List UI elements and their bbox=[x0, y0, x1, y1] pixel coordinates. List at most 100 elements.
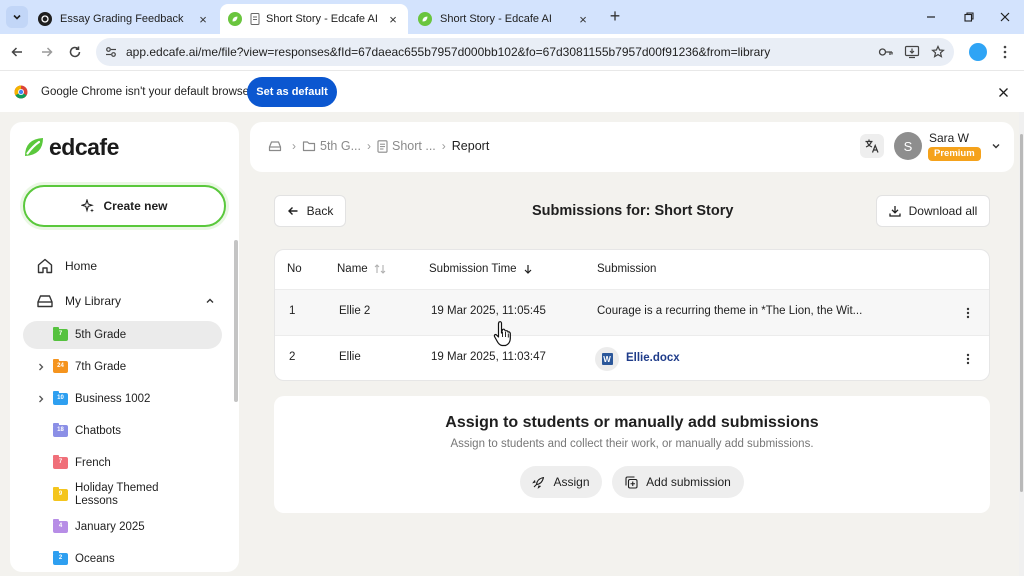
sidebar-item-home[interactable]: Home bbox=[23, 252, 223, 280]
tab-title: Essay Grading Feedback bbox=[60, 13, 184, 25]
document-icon bbox=[250, 13, 260, 25]
chevron-down-icon bbox=[13, 14, 21, 20]
user-avatar[interactable]: S bbox=[894, 132, 922, 160]
more-options-icon[interactable] bbox=[963, 351, 973, 367]
folder-item-french[interactable]: 7 French bbox=[23, 449, 222, 477]
minimize-icon[interactable] bbox=[922, 8, 940, 26]
tab-title: Short Story - Edcafe AI bbox=[440, 13, 552, 25]
browser-tab-short-story[interactable]: Short Story - Edcafe AI × bbox=[410, 4, 598, 34]
add-copy-icon bbox=[625, 475, 638, 489]
edcafe-favicon-icon bbox=[228, 12, 242, 26]
folder-item-holiday-themed-lessons[interactable]: 9 Holiday Themed Lessons bbox=[23, 477, 222, 513]
sidebar-scrollbar[interactable] bbox=[234, 240, 238, 402]
folder-label: 5th Grade bbox=[75, 328, 127, 341]
breadcrumb: › 5th G... › Short ... › Report bbox=[268, 139, 489, 153]
back-arrow-icon[interactable] bbox=[8, 43, 26, 61]
sidebar-item-label: My Library bbox=[65, 294, 122, 308]
sort-icon[interactable] bbox=[374, 264, 386, 274]
add-submission-button[interactable]: Add submission bbox=[612, 466, 744, 498]
cell-submission-time: 19 Mar 2025, 11:03:47 bbox=[431, 351, 546, 363]
browser-tab-short-story-active[interactable]: Short Story - Edcafe AI × bbox=[220, 4, 408, 34]
chevron-right-icon[interactable] bbox=[36, 394, 46, 404]
translate-button[interactable] bbox=[860, 134, 884, 158]
folder-label: Chatbots bbox=[75, 424, 122, 437]
breadcrumb-current: Report bbox=[451, 139, 490, 153]
browser-tab-essay-grading[interactable]: Essay Grading Feedback × bbox=[30, 4, 218, 34]
assign-subtitle: Assign to students and collect their wor… bbox=[450, 438, 814, 450]
site-info-icon[interactable] bbox=[102, 43, 120, 61]
folder-item-business-1002[interactable]: 10 Business 1002 bbox=[23, 385, 222, 413]
folder-icon: 24 bbox=[53, 359, 68, 373]
translate-icon bbox=[865, 139, 879, 153]
cell-submission-text[interactable]: Courage is a recurring theme in *The Lio… bbox=[597, 305, 862, 317]
close-tab-icon[interactable]: × bbox=[196, 12, 210, 27]
tab-search-button[interactable] bbox=[6, 6, 28, 28]
folder-icon: 7 bbox=[53, 327, 68, 341]
more-options-icon[interactable] bbox=[963, 305, 973, 321]
new-tab-button[interactable]: + bbox=[606, 7, 624, 26]
arrow-left-icon bbox=[287, 205, 299, 217]
folder-icon: 9 bbox=[53, 487, 68, 501]
rocket-icon bbox=[532, 476, 545, 489]
download-all-label: Download all bbox=[908, 204, 978, 218]
cell-no: 1 bbox=[289, 305, 296, 317]
folder-item-7th-grade[interactable]: 24 7th Grade bbox=[23, 353, 222, 381]
column-header-name[interactable]: Name bbox=[337, 263, 386, 275]
default-browser-infobar: Google Chrome isn't your default browser… bbox=[0, 70, 1024, 112]
folder-item-oceans[interactable]: 2 Oceans bbox=[23, 545, 222, 572]
sort-descending-icon[interactable] bbox=[523, 264, 533, 274]
submissions-table: No Name Submission Time Submission 1 Ell… bbox=[274, 249, 990, 381]
table-row[interactable]: 1 Ellie 2 19 Mar 2025, 11:05:45 Courage … bbox=[275, 290, 989, 336]
submission-file-link[interactable]: Ellie.docx bbox=[626, 352, 680, 364]
premium-badge: Premium bbox=[928, 147, 981, 161]
download-icon bbox=[888, 205, 901, 217]
breadcrumb-file[interactable]: Short ... bbox=[392, 139, 436, 153]
edcafe-logo[interactable]: edcafe bbox=[22, 134, 119, 160]
browser-menu-icon[interactable] bbox=[998, 43, 1012, 61]
column-header-submission-time[interactable]: Submission Time bbox=[429, 263, 533, 275]
back-label: Back bbox=[306, 204, 334, 218]
create-new-button[interactable]: Create new bbox=[23, 185, 226, 227]
set-as-default-button[interactable]: Set as default bbox=[247, 77, 337, 107]
sidebar-item-my-library[interactable]: My Library bbox=[23, 287, 223, 315]
scrollbar-thumb[interactable] bbox=[1020, 134, 1023, 492]
close-infobar-icon[interactable] bbox=[996, 85, 1010, 99]
page-scrollbar[interactable] bbox=[1019, 112, 1024, 576]
forward-arrow-icon[interactable] bbox=[38, 43, 56, 61]
cell-name: Ellie bbox=[339, 351, 361, 363]
address-bar[interactable]: app.edcafe.ai/me/file?view=responses&fId… bbox=[96, 38, 954, 66]
chevron-right-icon[interactable] bbox=[36, 362, 46, 372]
back-button[interactable]: Back bbox=[274, 195, 346, 227]
download-all-button[interactable]: Download all bbox=[876, 195, 990, 227]
chevron-up-icon[interactable] bbox=[203, 294, 217, 308]
library-drive-icon[interactable] bbox=[268, 140, 282, 152]
page-title: Submissions for: Short Story bbox=[532, 203, 734, 219]
password-key-icon[interactable] bbox=[878, 44, 894, 60]
folder-outline-icon bbox=[302, 140, 316, 152]
tab-title: Short Story - Edcafe AI bbox=[266, 13, 378, 25]
chevron-down-icon[interactable] bbox=[990, 140, 1002, 152]
install-app-icon[interactable] bbox=[904, 44, 920, 60]
restore-icon[interactable] bbox=[960, 8, 978, 26]
hand-pointer-cursor-icon bbox=[493, 321, 511, 347]
close-tab-icon[interactable]: × bbox=[386, 12, 400, 27]
close-window-icon[interactable] bbox=[996, 8, 1014, 26]
assign-title: Assign to students or manually add submi… bbox=[445, 414, 819, 431]
table-row[interactable]: 2 Ellie 19 Mar 2025, 11:03:47 W Ellie.do… bbox=[275, 336, 989, 380]
close-tab-icon[interactable]: × bbox=[576, 12, 590, 27]
column-header-submission: Submission bbox=[597, 263, 657, 275]
folder-item-january-2025[interactable]: 4 January 2025 bbox=[23, 513, 222, 541]
breadcrumb-folder[interactable]: 5th G... bbox=[320, 139, 361, 153]
edcafe-favicon-icon bbox=[418, 12, 432, 26]
bookmark-star-icon[interactable] bbox=[930, 44, 946, 60]
word-document-icon: W bbox=[595, 347, 619, 371]
reload-icon[interactable] bbox=[66, 43, 84, 61]
assign-button[interactable]: Assign bbox=[520, 466, 602, 498]
user-name[interactable]: Sara W bbox=[929, 131, 969, 145]
folder-icon: 18 bbox=[53, 423, 68, 437]
document-icon bbox=[377, 139, 388, 153]
folder-item-5th-grade[interactable]: 7 5th Grade bbox=[23, 321, 222, 349]
profile-avatar-icon[interactable] bbox=[969, 43, 987, 61]
folder-label: 7th Grade bbox=[75, 360, 127, 373]
folder-item-chatbots[interactable]: 18 Chatbots bbox=[23, 417, 222, 445]
